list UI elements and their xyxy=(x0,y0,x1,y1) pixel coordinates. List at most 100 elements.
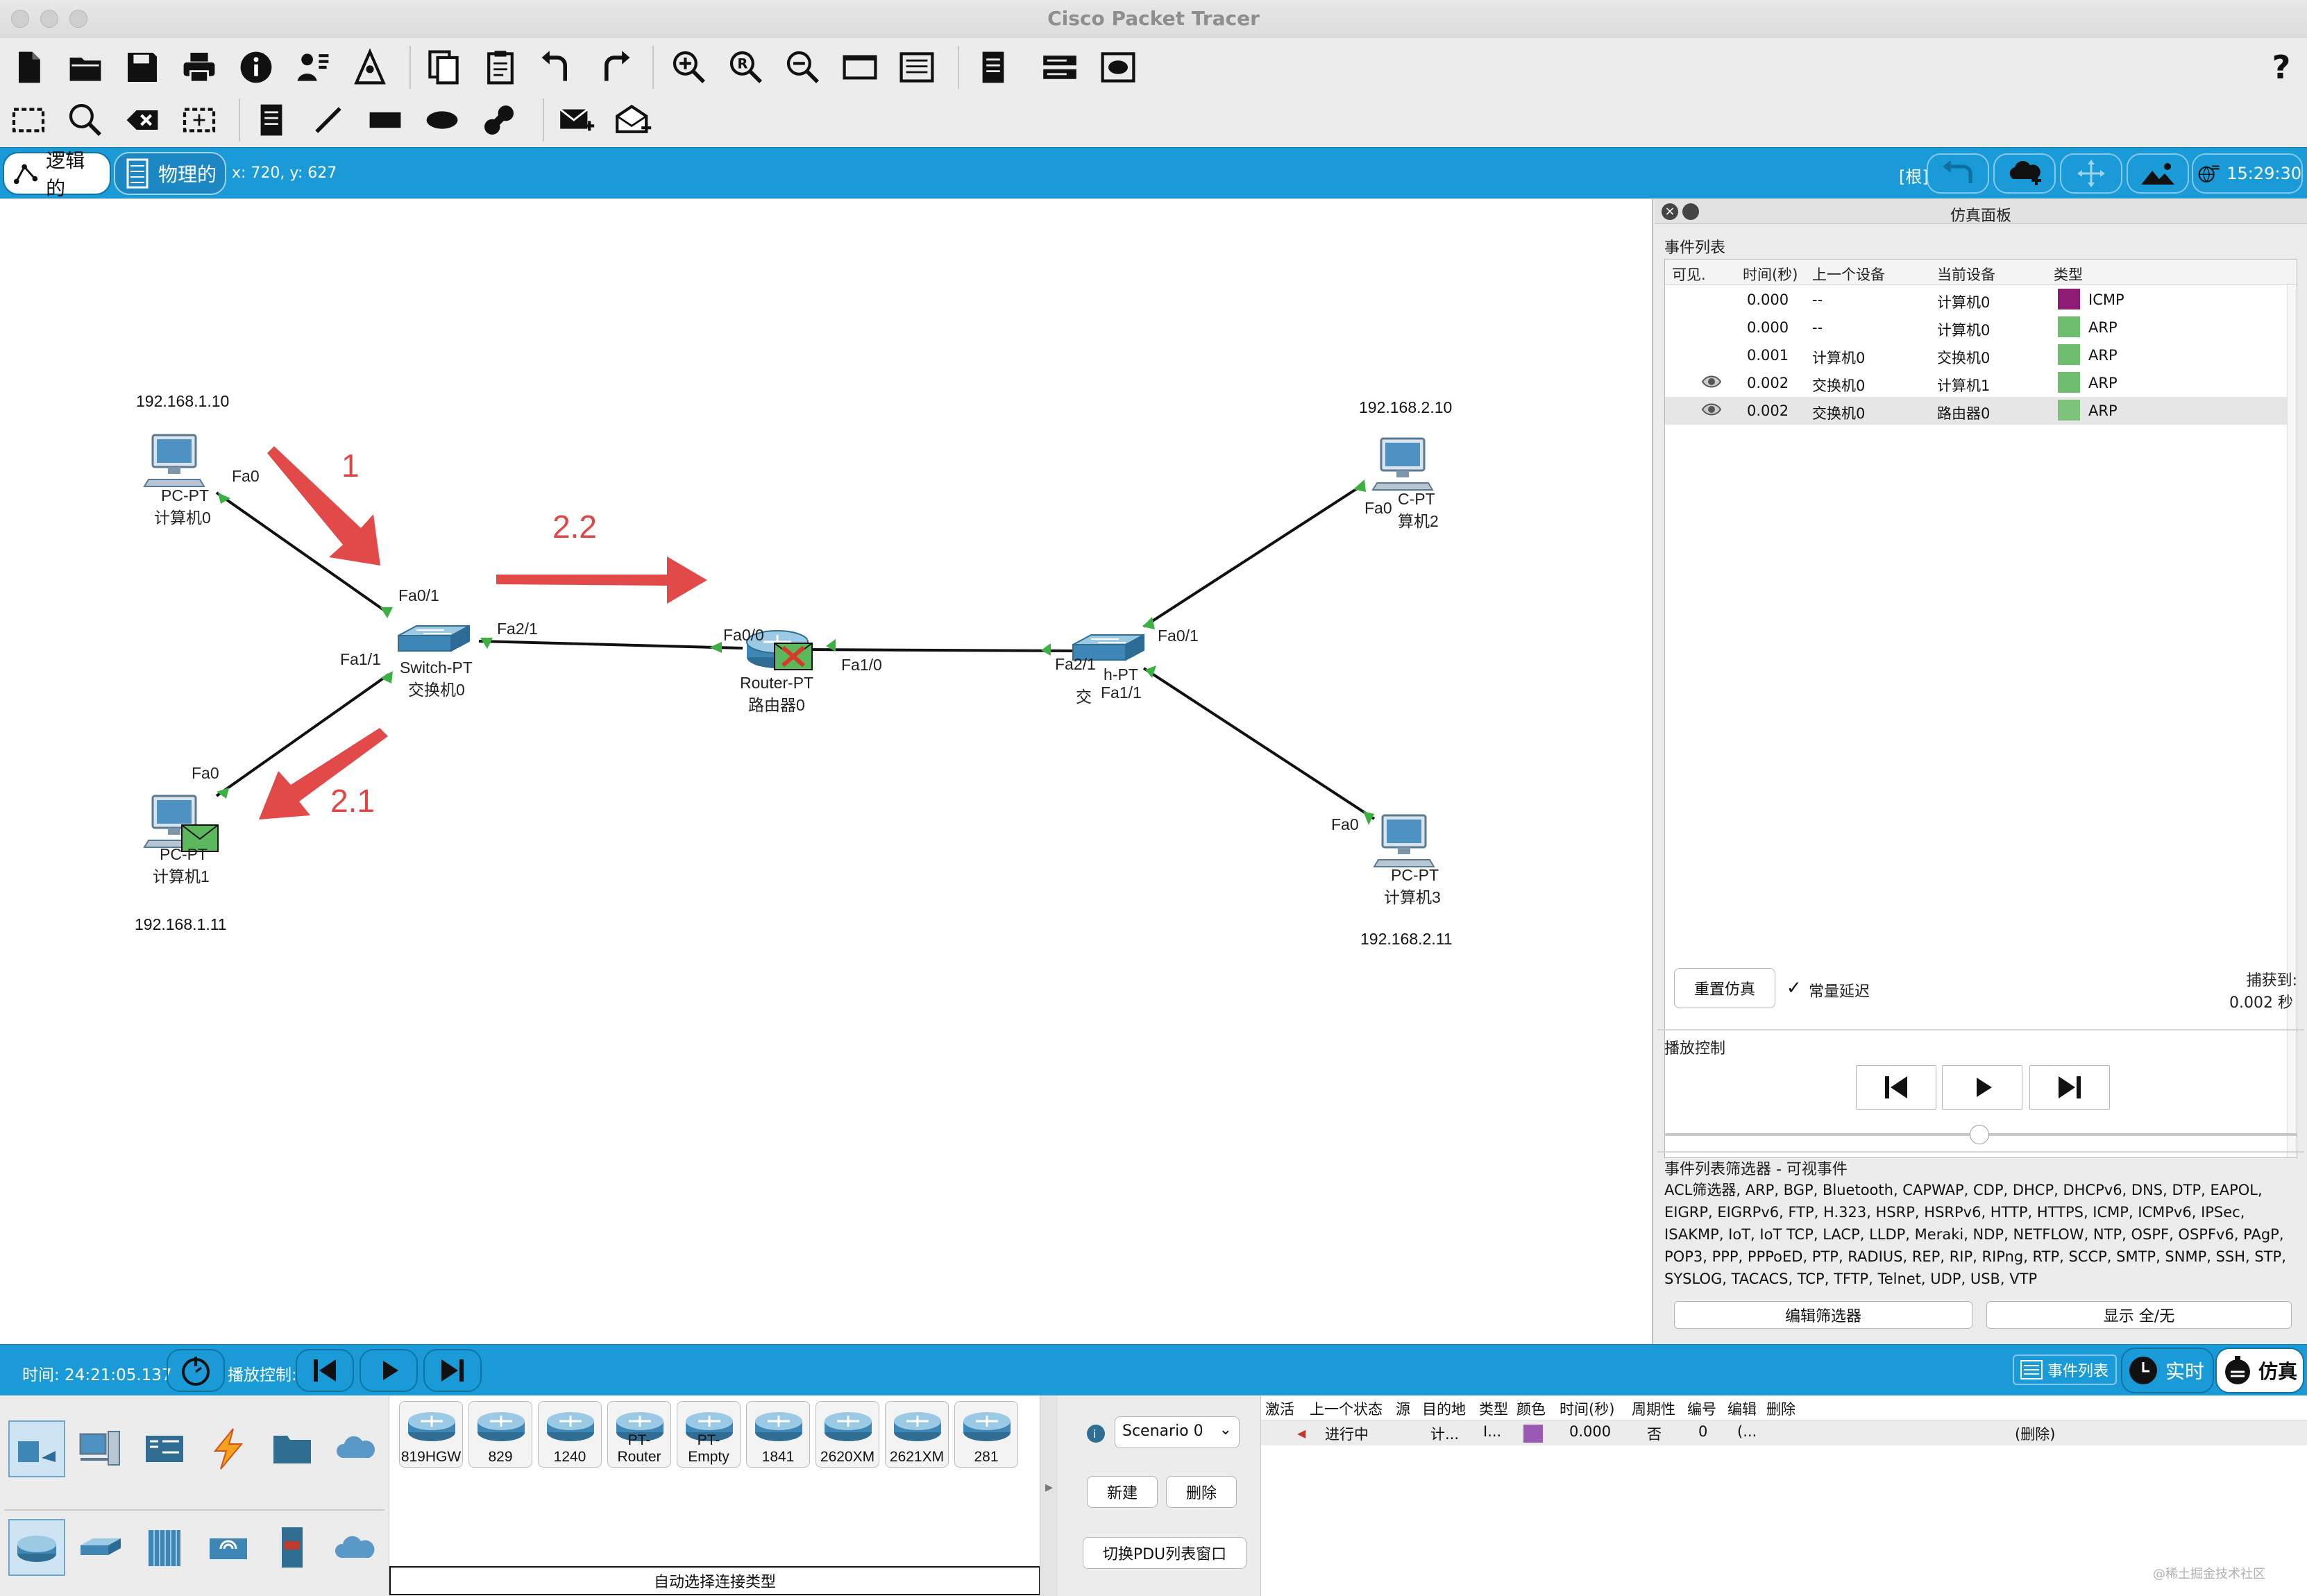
power-cycle-button[interactable] xyxy=(167,1349,225,1392)
category-multiuser-icon[interactable] xyxy=(328,1420,384,1477)
event-row[interactable]: 0.000 -- 计算机0 ARP xyxy=(1665,314,2297,341)
set-background-button[interactable] xyxy=(2127,153,2189,194)
device-model-281[interactable]: 281 xyxy=(954,1401,1018,1468)
event-row[interactable]: 0.000 -- 计算机0 ICMP xyxy=(1665,286,2297,314)
event-list-toggle-button[interactable]: 事件列表 xyxy=(2013,1355,2117,1385)
category-components-icon[interactable] xyxy=(136,1420,193,1477)
new-scenario-button[interactable]: 新建 xyxy=(1087,1476,1158,1508)
network-info-icon[interactable] xyxy=(348,46,391,89)
move-object-button[interactable] xyxy=(2060,153,2122,194)
device-dialog-icon[interactable] xyxy=(1038,46,1081,89)
back-button[interactable] xyxy=(1927,153,1989,194)
draw-ellipse-icon[interactable] xyxy=(421,99,464,142)
device-model-2620xm[interactable]: 2620XM xyxy=(816,1401,879,1468)
subcategory-security-icon[interactable] xyxy=(264,1519,321,1576)
pdu-active-indicator-icon[interactable]: ◀ xyxy=(1297,1427,1305,1440)
device-model-1240[interactable]: 1240 xyxy=(538,1401,602,1468)
notes-icon[interactable] xyxy=(972,46,1015,89)
new-file-icon[interactable] xyxy=(7,46,50,89)
bottom-back-button[interactable] xyxy=(296,1349,354,1392)
event-row[interactable]: 0.002 交换机0 计算机1 ARP xyxy=(1665,369,2297,397)
scenario-select[interactable]: Scenario 0 ⌄ xyxy=(1115,1416,1240,1448)
pdu-delete[interactable]: (删除) xyxy=(2015,1423,2055,1444)
add-simple-pdu-icon[interactable] xyxy=(555,99,598,142)
toggle-pdu-list-button[interactable]: 切换PDU列表窗口 xyxy=(1083,1537,1247,1569)
drawing-palette-icon[interactable] xyxy=(838,46,881,89)
logical-workspace[interactable]: 192.168.1.10 192.168.1.11 192.168.2.10 1… xyxy=(0,199,1653,1344)
pdu-table-row[interactable]: ◀ 进行中 计... I... 0.000 否 0 (... (删除) xyxy=(1261,1420,2307,1445)
back-step-button[interactable] xyxy=(1856,1065,1936,1110)
category-connections-icon[interactable] xyxy=(200,1420,257,1477)
category-network-devices-icon[interactable] xyxy=(8,1420,65,1477)
event-list-scrollbar[interactable] xyxy=(2287,285,2297,1157)
select-icon[interactable] xyxy=(7,99,50,142)
realtime-mode-button[interactable]: 实时 xyxy=(2121,1348,2214,1393)
category-miscellaneous-icon[interactable] xyxy=(264,1420,321,1477)
device-model-2621xm[interactable]: 2621XM xyxy=(885,1401,949,1468)
annotation-1: 1 xyxy=(341,448,360,484)
bottom-play-button[interactable] xyxy=(360,1349,418,1392)
info-icon[interactable] xyxy=(235,46,278,89)
paste-icon[interactable] xyxy=(479,46,522,89)
subcategory-switches-icon[interactable] xyxy=(72,1519,129,1576)
col-visible[interactable]: 可见. xyxy=(1672,264,1706,285)
print-icon[interactable] xyxy=(178,46,221,89)
resize-shape-icon[interactable] xyxy=(178,99,221,142)
delete-scenario-button[interactable]: 删除 xyxy=(1166,1476,1237,1508)
zoom-out-icon[interactable] xyxy=(781,46,825,89)
delete-icon[interactable] xyxy=(121,99,164,142)
edit-filter-button[interactable]: 编辑筛选器 xyxy=(1674,1301,1972,1329)
place-note-icon[interactable] xyxy=(250,99,293,142)
tab-logical[interactable]: 逻辑的 xyxy=(3,149,111,200)
constant-delay-label: 常量延迟 xyxy=(1809,983,1870,1001)
redo-icon[interactable] xyxy=(593,46,636,89)
col-type[interactable]: 类型 xyxy=(2054,264,2083,285)
event-list-table[interactable]: 可见. 时间(秒) 上一个设备 当前设备 类型 0.000 -- 计算机0 ICMP 0… xyxy=(1664,259,2297,1158)
zoom-reset-icon[interactable]: R xyxy=(725,46,768,89)
panel-splitter-arrow-icon[interactable]: ▸ xyxy=(1040,1395,1058,1596)
constant-delay-checkbox[interactable]: ✓ xyxy=(1786,978,1802,999)
undo-icon[interactable] xyxy=(536,46,579,89)
device-model-819hgw[interactable]: 819HGW xyxy=(399,1401,463,1468)
show-all-none-button[interactable]: 显示 全/无 xyxy=(1986,1301,2292,1329)
device-model-1841[interactable]: 1841 xyxy=(746,1401,810,1468)
eye-icon[interactable] xyxy=(1701,401,1722,421)
category-end-devices-icon[interactable] xyxy=(72,1420,129,1477)
inspect-icon[interactable] xyxy=(64,99,107,142)
freeform-icon[interactable] xyxy=(478,99,521,142)
play-speed-handle[interactable] xyxy=(1970,1125,1989,1144)
copy-icon[interactable] xyxy=(422,46,465,89)
event-row[interactable]: 0.002 交换机0 路由器0 ARP xyxy=(1665,397,2297,425)
subcategory-wireless-icon[interactable] xyxy=(200,1519,257,1576)
zoom-in-icon[interactable] xyxy=(668,46,711,89)
add-complex-pdu-icon[interactable] xyxy=(612,99,655,142)
open-folder-icon[interactable] xyxy=(64,46,107,89)
eye-icon[interactable] xyxy=(1701,373,1722,393)
save-icon[interactable] xyxy=(121,46,164,89)
event-row[interactable]: 0.001 计算机0 交换机0 ARP xyxy=(1665,341,2297,369)
tab-physical[interactable]: 物理的 xyxy=(114,152,226,195)
activity-wizard-icon[interactable] xyxy=(291,46,335,89)
subcategory-routers-icon[interactable] xyxy=(8,1519,65,1576)
custom-device-icon[interactable] xyxy=(895,46,938,89)
device-model-pt-empty[interactable]: PT-Empty xyxy=(677,1401,741,1468)
draw-rectangle-icon[interactable] xyxy=(364,99,407,142)
help-button[interactable]: ? xyxy=(2260,46,2303,89)
viewport-clock-button[interactable]: 15:29:30 xyxy=(2192,153,2303,194)
pdu-edit[interactable]: (... xyxy=(1737,1423,1757,1440)
subcategory-hubs-icon[interactable] xyxy=(136,1519,193,1576)
draw-line-icon[interactable] xyxy=(307,99,350,142)
device-model-pt-router[interactable]: PT-Router xyxy=(607,1401,671,1468)
col-time[interactable]: 时间(秒) xyxy=(1743,264,1798,285)
capture-forward-button[interactable] xyxy=(2029,1065,2110,1110)
simulation-mode-button[interactable]: 仿真 xyxy=(2215,1348,2304,1393)
new-cluster-button[interactable] xyxy=(1993,153,2056,194)
subcategory-wan-emulation-icon[interactable] xyxy=(328,1519,384,1576)
col-last-device[interactable]: 上一个设备 xyxy=(1812,264,1885,285)
reset-simulation-button[interactable]: 重置仿真 xyxy=(1674,968,1775,1008)
bottom-forward-button[interactable] xyxy=(423,1349,482,1392)
device-model-829[interactable]: 829 xyxy=(468,1401,532,1468)
viewport-icon[interactable] xyxy=(1097,46,1140,89)
play-button[interactable] xyxy=(1942,1065,2022,1110)
col-current-device[interactable]: 当前设备 xyxy=(1937,264,1995,285)
